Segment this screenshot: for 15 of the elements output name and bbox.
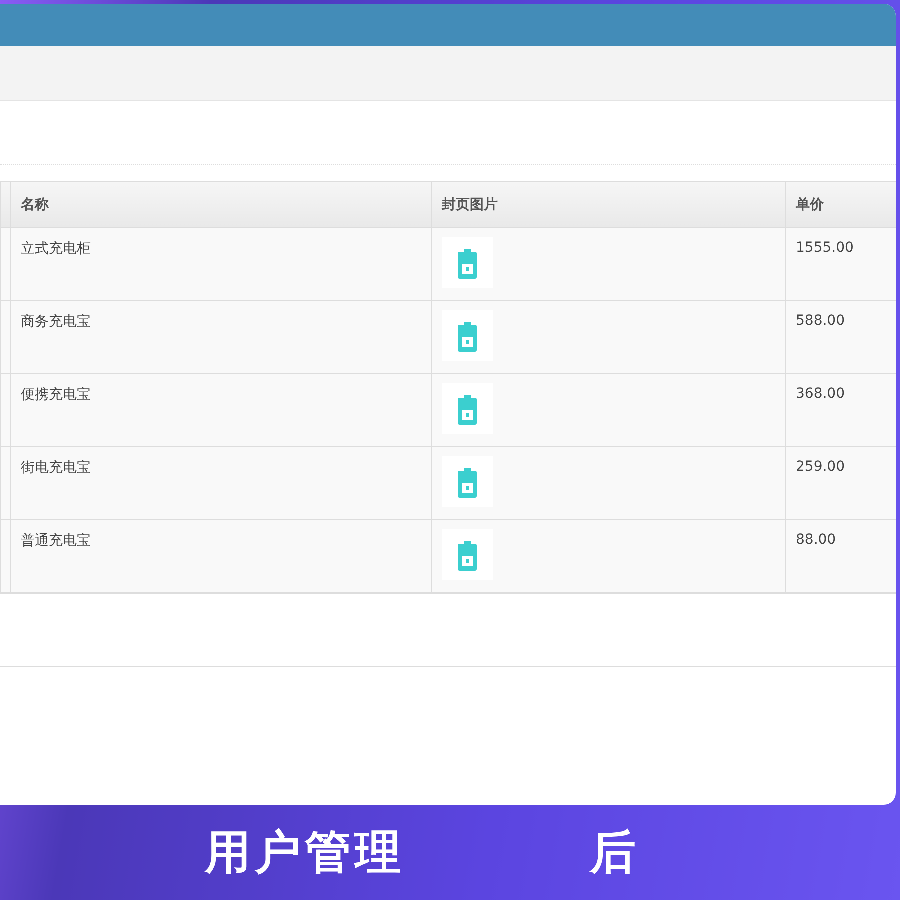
table-cell: 商务充电宝: [10, 301, 431, 374]
column-header: 封页图片: [431, 182, 785, 228]
table-cell: 588.00: [785, 301, 896, 374]
column-header: 单价: [785, 182, 896, 228]
table-cell: 普通充电宝: [10, 520, 431, 593]
table-cell: 259.00: [785, 447, 896, 520]
table-cell: 1555.00: [785, 228, 896, 301]
banner-caption: 用户管理: [205, 824, 405, 880]
table-cell: 街电充电宝: [10, 447, 431, 520]
banner-caption: 后: [590, 824, 640, 880]
table-cell: 368.00: [785, 374, 896, 447]
table-cell: 88.00: [785, 520, 896, 593]
column-header: 名称: [10, 182, 431, 228]
table-cell: 便携充电宝: [10, 374, 431, 447]
table-cell: 立式充电柜: [10, 228, 431, 301]
